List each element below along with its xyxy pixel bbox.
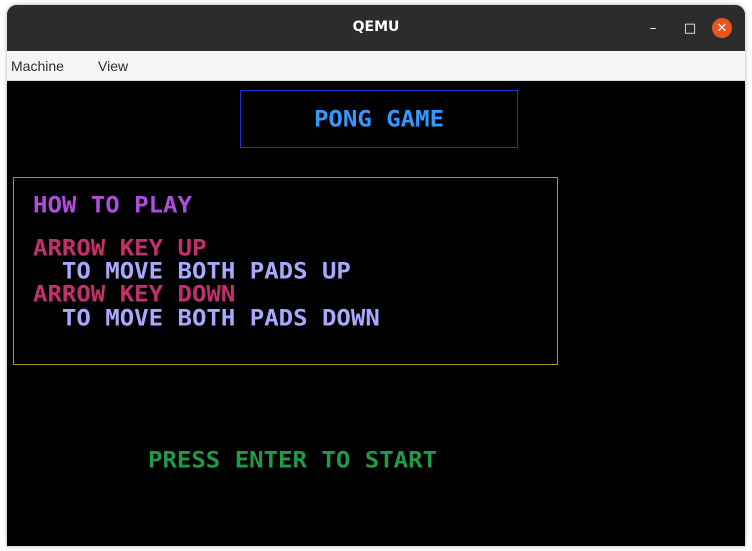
instruction-up-description: TO MOVE BOTH PADS UP xyxy=(33,258,351,284)
close-button[interactable]: ✕ xyxy=(712,18,732,38)
instruction-key-down: ARROW KEY DOWN xyxy=(33,281,236,307)
menu-machine[interactable]: Machine xyxy=(11,58,64,74)
how-to-play-box: HOW TO PLAY ARROW KEY UP TO MOVE BOTH PA… xyxy=(13,177,558,365)
menu-view[interactable]: View xyxy=(98,58,128,74)
window-title: QEMU xyxy=(352,19,400,35)
instruction-down-description: TO MOVE BOTH PADS DOWN xyxy=(33,305,380,331)
minimize-button[interactable]: – xyxy=(643,18,663,38)
menu-bar: Machine View xyxy=(7,51,745,81)
how-to-play-heading: HOW TO PLAY xyxy=(33,192,192,218)
instruction-key-up: ARROW KEY UP xyxy=(33,235,207,261)
emulator-screen[interactable]: PONG GAME HOW TO PLAY ARROW KEY UP TO MO… xyxy=(7,81,745,546)
press-enter-prompt: PRESS ENTER TO START xyxy=(148,447,437,473)
game-title-box: PONG GAME xyxy=(240,90,518,148)
title-bar[interactable]: QEMU – □ ✕ xyxy=(7,5,745,51)
maximize-button[interactable]: □ xyxy=(680,18,700,38)
game-title: PONG GAME xyxy=(313,106,445,132)
qemu-window: QEMU – □ ✕ Machine View PONG GAME HOW TO… xyxy=(7,5,745,546)
